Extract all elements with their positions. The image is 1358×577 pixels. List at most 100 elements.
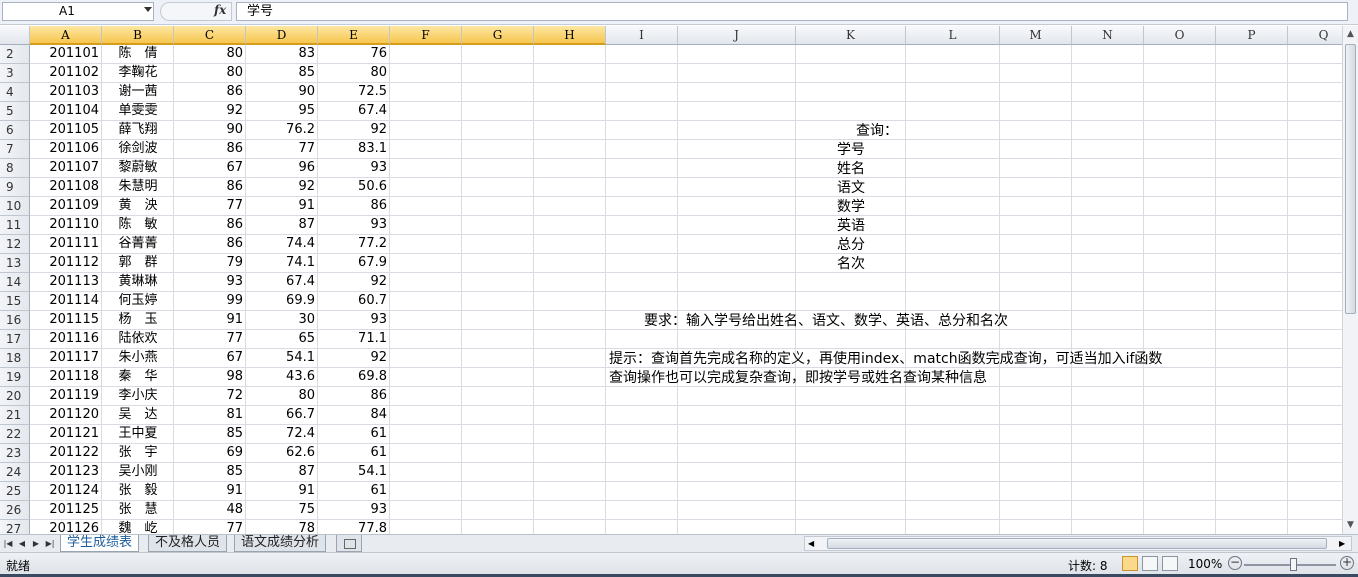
- cell-a[interactable]: 201115: [30, 311, 102, 330]
- cell-e[interactable]: 60.7: [318, 292, 390, 311]
- cell-b[interactable]: 黎蔚敏: [102, 159, 174, 178]
- cell-a[interactable]: 201103: [30, 83, 102, 102]
- cell-c[interactable]: 69: [174, 444, 246, 463]
- row-header[interactable]: 4: [0, 83, 30, 102]
- cell-b[interactable]: 黄 泱: [102, 197, 174, 216]
- cell-d[interactable]: 91: [246, 482, 318, 501]
- cell-c[interactable]: 72: [174, 387, 246, 406]
- row-header[interactable]: 16: [0, 311, 30, 330]
- row-header[interactable]: 14: [0, 273, 30, 292]
- next-sheet-icon[interactable]: ▶: [30, 537, 42, 550]
- cell-a[interactable]: 201107: [30, 159, 102, 178]
- column-header-g[interactable]: G: [462, 26, 534, 45]
- row-header[interactable]: 12: [0, 235, 30, 254]
- cell-e[interactable]: 83.1: [318, 140, 390, 159]
- formula-input[interactable]: 学号: [236, 2, 1348, 21]
- cell-b[interactable]: 秦 华: [102, 368, 174, 387]
- cell-e[interactable]: 72.5: [318, 83, 390, 102]
- cell-b[interactable]: 张 宇: [102, 444, 174, 463]
- row-header[interactable]: 20: [0, 387, 30, 406]
- cell-d[interactable]: 96: [246, 159, 318, 178]
- row-header[interactable]: 11: [0, 216, 30, 235]
- cell-d[interactable]: 67.4: [246, 273, 318, 292]
- column-header-c[interactable]: C: [174, 26, 246, 45]
- cell-d[interactable]: 72.4: [246, 425, 318, 444]
- row-header[interactable]: 7: [0, 140, 30, 159]
- cell-a[interactable]: 201117: [30, 349, 102, 368]
- cell-d[interactable]: 91: [246, 197, 318, 216]
- insert-function-icon[interactable]: fx: [214, 3, 226, 17]
- column-header-a[interactable]: A: [30, 26, 102, 45]
- zoom-level[interactable]: 100%: [1188, 557, 1222, 571]
- cell-d[interactable]: 87: [246, 216, 318, 235]
- hint-text-line1[interactable]: 提示：查询首先完成名称的定义，再使用index、match函数完成查询，可适当加…: [609, 350, 1162, 368]
- cell-b[interactable]: 薛飞翔: [102, 121, 174, 140]
- cell-e[interactable]: 67.4: [318, 102, 390, 121]
- cell-a[interactable]: 201120: [30, 406, 102, 425]
- cell-b[interactable]: 何玉婷: [102, 292, 174, 311]
- column-header-i[interactable]: I: [606, 26, 678, 45]
- name-box[interactable]: A1: [2, 2, 154, 21]
- cell-b[interactable]: 郭 群: [102, 254, 174, 273]
- cell-b[interactable]: 单雯雯: [102, 102, 174, 121]
- column-header-l[interactable]: L: [906, 26, 1000, 45]
- row-header[interactable]: 17: [0, 330, 30, 349]
- hint-text-line2[interactable]: 查询操作也可以完成复杂查询，即按学号或姓名查询某种信息: [609, 369, 987, 387]
- cell-b[interactable]: 吴小刚: [102, 463, 174, 482]
- cell-b[interactable]: 杨 玉: [102, 311, 174, 330]
- cell-d[interactable]: 83: [246, 45, 318, 64]
- cell-e[interactable]: 54.1: [318, 463, 390, 482]
- cell-b[interactable]: 陈 倩: [102, 45, 174, 64]
- column-header-m[interactable]: M: [1000, 26, 1072, 45]
- column-header-e[interactable]: E: [318, 26, 390, 45]
- cell-b[interactable]: 王中夏: [102, 425, 174, 444]
- cell-e[interactable]: 61: [318, 444, 390, 463]
- cell-e[interactable]: 93: [318, 501, 390, 520]
- query-label[interactable]: 姓名: [796, 160, 906, 178]
- cell-d[interactable]: 78: [246, 520, 318, 534]
- first-sheet-icon[interactable]: |◀: [2, 537, 14, 550]
- row-header[interactable]: 21: [0, 406, 30, 425]
- cell-c[interactable]: 86: [174, 83, 246, 102]
- cell-a[interactable]: 201110: [30, 216, 102, 235]
- requirement-text[interactable]: 要求：输入学号给出姓名、语文、数学、英语、总分和名次: [644, 312, 1008, 330]
- cell-a[interactable]: 201118: [30, 368, 102, 387]
- cell-c[interactable]: 86: [174, 235, 246, 254]
- cell-a[interactable]: 201123: [30, 463, 102, 482]
- sheet-tab-2[interactable]: 不及格人员: [148, 535, 228, 552]
- cell-e[interactable]: 77.8: [318, 520, 390, 534]
- cell-c[interactable]: 86: [174, 178, 246, 197]
- cell-c[interactable]: 86: [174, 216, 246, 235]
- cell-c[interactable]: 86: [174, 140, 246, 159]
- cell-b[interactable]: 陆依欢: [102, 330, 174, 349]
- scroll-right-icon[interactable]: ▶: [1339, 537, 1345, 550]
- cell-b[interactable]: 张 毅: [102, 482, 174, 501]
- cell-e[interactable]: 93: [318, 311, 390, 330]
- query-title[interactable]: 查询：: [796, 122, 898, 140]
- cell-d[interactable]: 66.7: [246, 406, 318, 425]
- vertical-scrollbar[interactable]: ▲ ▼: [1342, 26, 1358, 534]
- cell-b[interactable]: 黄琳琳: [102, 273, 174, 292]
- cell-a[interactable]: 201111: [30, 235, 102, 254]
- column-header-o[interactable]: O: [1144, 26, 1216, 45]
- vertical-scroll-thumb[interactable]: [1345, 44, 1356, 314]
- row-header[interactable]: 8: [0, 159, 30, 178]
- horizontal-scrollbar[interactable]: ◀ ▶: [804, 536, 1352, 551]
- cell-d[interactable]: 43.6: [246, 368, 318, 387]
- cell-c[interactable]: 92: [174, 102, 246, 121]
- cell-a[interactable]: 201113: [30, 273, 102, 292]
- cell-e[interactable]: 92: [318, 121, 390, 140]
- cell-d[interactable]: 80: [246, 387, 318, 406]
- insert-sheet-icon[interactable]: [336, 535, 362, 552]
- column-header-j[interactable]: J: [678, 26, 796, 45]
- cell-d[interactable]: 85: [246, 64, 318, 83]
- cell-b[interactable]: 吴 达: [102, 406, 174, 425]
- cell-c[interactable]: 80: [174, 64, 246, 83]
- row-header[interactable]: 25: [0, 482, 30, 501]
- query-label[interactable]: 学号: [796, 141, 906, 159]
- cell-a[interactable]: 201106: [30, 140, 102, 159]
- zoom-in-icon[interactable]: +: [1340, 556, 1354, 570]
- cell-c[interactable]: 99: [174, 292, 246, 311]
- cell-e[interactable]: 86: [318, 197, 390, 216]
- cell-a[interactable]: 201125: [30, 501, 102, 520]
